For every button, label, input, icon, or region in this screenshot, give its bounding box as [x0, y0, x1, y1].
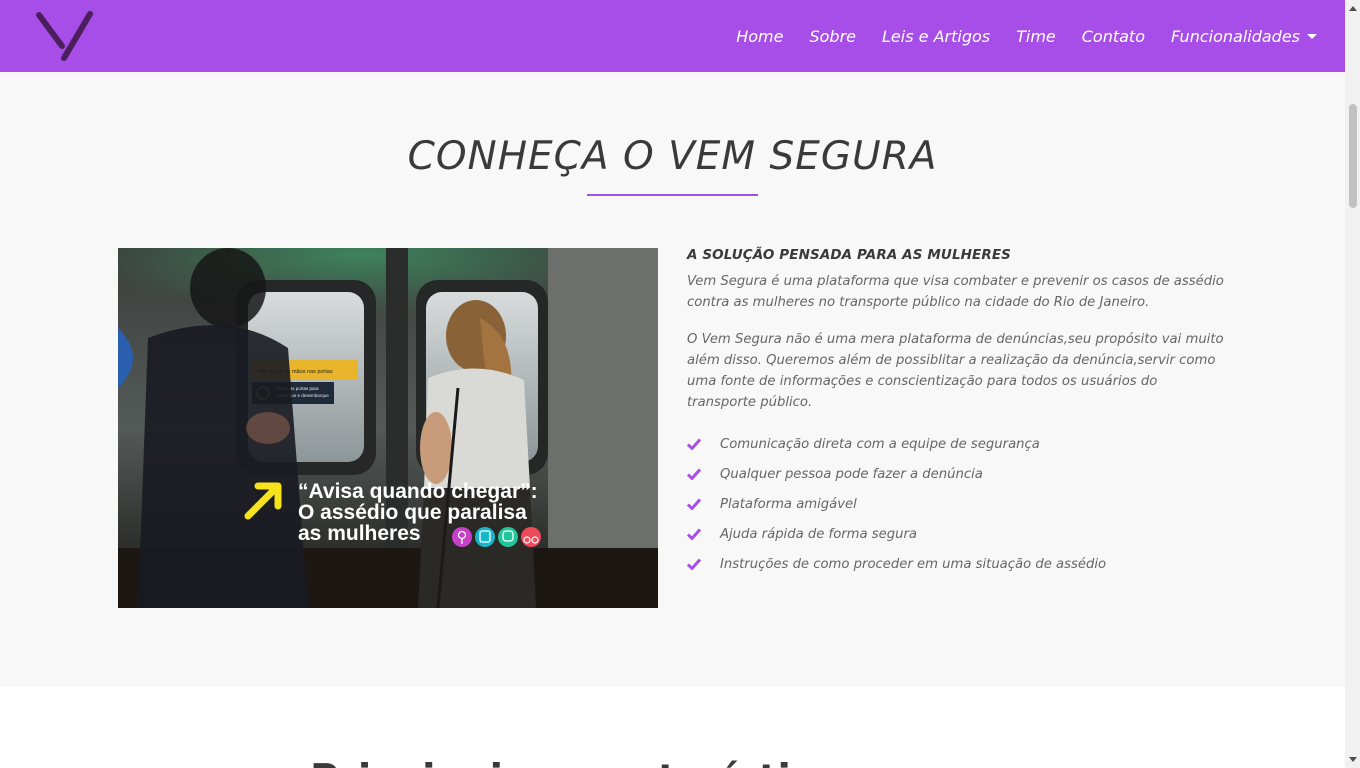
subway-campaign-image: Não apoie as mãos nas portas Libere as p… [118, 248, 658, 608]
check-icon [687, 558, 701, 570]
bike-icon [521, 527, 541, 547]
campaign-headline-line1: “Avisa quando chegar”: [298, 480, 538, 503]
about-paragraph-1: Vem Segura é uma plataforma que visa com… [687, 274, 1224, 310]
train-icon [498, 527, 518, 547]
nav-leis-e-artigos[interactable]: Leis e Artigos [882, 27, 990, 46]
feature-label: Qualquer pessoa pode fazer a denúncia [720, 466, 983, 482]
feature-item: Instruções de como proceder em uma situa… [687, 549, 1227, 579]
nav-funcionalidades-dropdown[interactable]: Funcionalidades [1171, 27, 1317, 46]
features-section-title: Principais características [310, 757, 864, 768]
feature-label: Instruções de como proceder em uma situa… [720, 556, 1107, 572]
v-logo-icon[interactable] [34, 8, 98, 66]
feature-label: Comunicação direta com a equipe de segur… [720, 436, 1040, 452]
about-subtitle: A SOLUÇÃO PENSADA PARA AS MULHERES [687, 247, 1012, 263]
page-scrollbar[interactable] [1345, 0, 1360, 768]
title-underline [587, 194, 758, 196]
feature-item: Plataforma amigável [687, 489, 1227, 519]
nav-contato[interactable]: Contato [1082, 27, 1145, 46]
scroll-down-icon[interactable] [1349, 757, 1357, 762]
features-section: Principais características [0, 687, 1345, 768]
check-icon [687, 498, 701, 510]
nav-sobre[interactable]: Sobre [809, 27, 856, 46]
campaign-headline-line3: as mulheres [298, 522, 421, 545]
about-paragraph-2: O Vem Segura não é uma mera plataforma d… [687, 332, 1224, 410]
scroll-thumb[interactable] [1349, 104, 1357, 208]
check-icon [687, 438, 701, 450]
feature-item: Ajuda rápida de forma segura [687, 519, 1227, 549]
about-text: A SOLUÇÃO PENSADA PARA AS MULHERES Vem S… [687, 247, 1227, 579]
check-icon [687, 528, 701, 540]
about-section: CONHEÇA O VEM SEGURA Não apoie as mãos n… [0, 72, 1345, 687]
feature-label: Ajuda rápida de forma segura [720, 526, 918, 542]
nav-funcionalidades-label: Funcionalidades [1171, 26, 1300, 46]
nav-home[interactable]: Home [736, 27, 783, 46]
bus-icon [475, 527, 495, 547]
feature-item: Comunicação direta com a equipe de segur… [687, 429, 1227, 459]
feature-list: Comunicação direta com a equipe de segur… [687, 429, 1227, 579]
section-title: CONHEÇA O VEM SEGURA [407, 134, 938, 179]
scroll-up-icon[interactable] [1349, 6, 1357, 11]
feature-item: Qualquer pessoa pode fazer a denúncia [687, 459, 1227, 489]
campaign-headline-line2: O assédio que paralisa [298, 501, 527, 524]
nav-time[interactable]: Time [1016, 27, 1056, 46]
caret-down-icon [1307, 33, 1317, 39]
feature-label: Plataforma amigável [720, 496, 857, 512]
nav-links: Home Sobre Leis e Artigos Time Contato F… [710, 0, 1317, 72]
navbar: Home Sobre Leis e Artigos Time Contato F… [0, 0, 1345, 72]
check-icon [687, 468, 701, 480]
